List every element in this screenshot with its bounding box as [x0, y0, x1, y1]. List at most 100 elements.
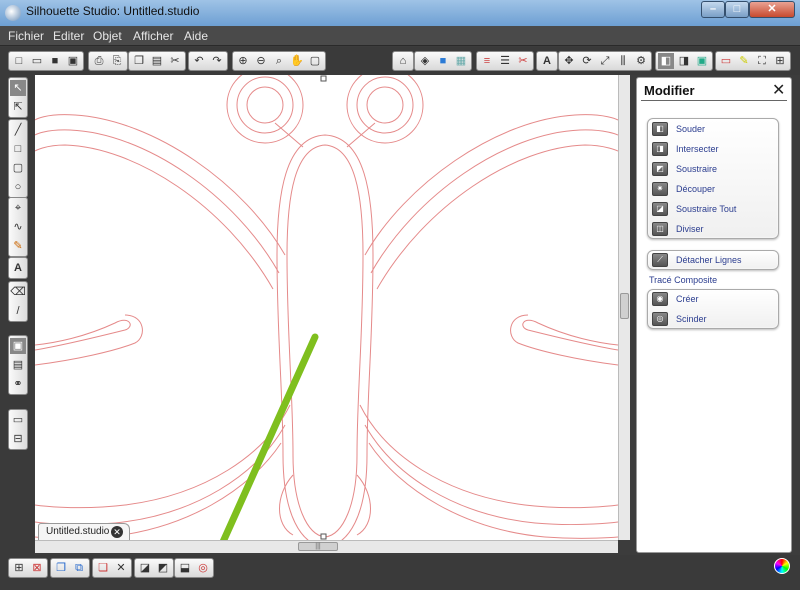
open-icon[interactable]: ▭: [29, 53, 45, 69]
select-icon[interactable]: ↖: [10, 80, 26, 96]
page-view-icon[interactable]: ▣: [10, 338, 26, 354]
send-back-icon[interactable]: ◩: [155, 560, 171, 576]
soustraire-tout-label: Soustraire Tout: [676, 204, 737, 214]
panel-close-icon[interactable]: ✕: [772, 80, 785, 100]
replicate-icon[interactable]: ⚙: [633, 53, 649, 69]
line-width-icon[interactable]: ☰: [497, 53, 513, 69]
zoom-in-icon[interactable]: ⊕: [235, 53, 251, 69]
minimize-button[interactable]: –: [701, 1, 725, 18]
soustraire-tout-button[interactable]: ◪ Soustraire Tout: [652, 200, 736, 218]
decouper-label: Découper: [676, 184, 716, 194]
knife-icon[interactable]: ✂: [515, 53, 531, 69]
menu-objet[interactable]: Objet: [93, 29, 122, 43]
menu-aide[interactable]: Aide: [184, 29, 208, 43]
vertical-scroll-thumb[interactable]: [620, 293, 629, 319]
eraser-icon[interactable]: ⌫: [10, 284, 26, 300]
new-icon[interactable]: □: [11, 53, 27, 69]
print-icon[interactable]: ⎙: [91, 53, 107, 69]
modify-icon[interactable]: ◧: [658, 53, 674, 69]
scinder-label: Scinder: [676, 314, 707, 324]
menu-editer[interactable]: Editer: [53, 29, 84, 43]
page-setup-icon[interactable]: ▭: [718, 53, 734, 69]
clipboard-tools: ❐ ▤ ✂: [128, 51, 186, 71]
menu-bar: Fichier Editer Objet Afficher Aide: [0, 26, 800, 46]
fullscreen-icon[interactable]: ⛶: [754, 53, 770, 69]
detacher-lignes-button[interactable]: ⟋ Détacher Lignes: [652, 251, 742, 269]
document-tab-close-icon[interactable]: ✕: [111, 526, 123, 538]
creer-button[interactable]: ◉ Créer: [652, 290, 699, 308]
zoom-area-icon[interactable]: ⌕: [271, 53, 287, 69]
document-tab[interactable]: Untitled.studio ✕: [38, 523, 130, 540]
polygon-icon[interactable]: ⌖: [10, 200, 26, 216]
intersecter-button[interactable]: ◨ Intersecter: [652, 140, 719, 158]
decouper-button[interactable]: ✷ Découper: [652, 180, 715, 198]
duplicate-icon[interactable]: ❏: [95, 560, 111, 576]
soustraire-button[interactable]: ◩ Soustraire: [652, 160, 717, 178]
line-style-icon[interactable]: ≡: [479, 53, 495, 69]
ellipse-icon[interactable]: ○: [10, 179, 26, 195]
diviser-button[interactable]: ◫ Diviser: [652, 220, 704, 238]
redo-icon[interactable]: ↷: [209, 53, 225, 69]
deselect-icon[interactable]: ⊠: [29, 560, 45, 576]
library-icon[interactable]: ▤: [10, 357, 26, 373]
text-icon[interactable]: A: [539, 53, 555, 69]
offset-icon[interactable]: ◨: [676, 53, 692, 69]
rounded-rect-icon[interactable]: ▢: [10, 160, 26, 176]
rectangle-icon[interactable]: □: [10, 141, 26, 157]
align-icon[interactable]: ⫼: [615, 53, 631, 69]
pan-icon[interactable]: ✋: [289, 53, 305, 69]
group-icon[interactable]: ❐: [53, 560, 69, 576]
modify-group: ◧ Souder ◨ Intersecter ◩ Soustraire ✷ Dé…: [647, 118, 779, 239]
move-icon[interactable]: ✥: [561, 53, 577, 69]
scale-icon[interactable]: ⤢: [597, 53, 613, 69]
detacher-lignes-label: Détacher Lignes: [676, 255, 742, 265]
left-toolbar: ↖ ⇱ ╱ □ ▢ ○ ⌖ ∿ ✎ A ⌫ / ▣ ▤ ⚭ ▭ ⊟: [0, 75, 34, 555]
pencil-icon[interactable]: ✎: [736, 53, 752, 69]
save-icon[interactable]: ■: [47, 53, 63, 69]
bottom-toolbar: ⊞ ⊠ ❐ ⧉ ❏ ✕ ◪ ◩ ⬓ ◎: [0, 555, 800, 590]
curve-icon[interactable]: ∿: [10, 219, 26, 235]
lock-icon[interactable]: ⌂: [395, 53, 411, 69]
maximize-button[interactable]: □: [725, 1, 749, 18]
offset-target-icon[interactable]: ◎: [195, 560, 211, 576]
scinder-button[interactable]: ◎ Scinder: [652, 310, 707, 328]
fit-page-icon[interactable]: ▢: [307, 53, 323, 69]
store-icon[interactable]: ⚭: [10, 376, 26, 392]
zoom-out-icon[interactable]: ⊖: [253, 53, 269, 69]
select-all-icon[interactable]: ⊞: [11, 560, 27, 576]
grid-icon[interactable]: ⊞: [772, 53, 788, 69]
close-window-button[interactable]: ✕: [749, 1, 795, 18]
text-tool-icon[interactable]: A: [10, 260, 26, 276]
menu-afficher[interactable]: Afficher: [133, 29, 173, 43]
freehand-icon[interactable]: ✎: [10, 238, 26, 254]
horizontal-scroll-thumb[interactable]: |||: [298, 542, 338, 551]
weld-icon[interactable]: ⬓: [177, 560, 193, 576]
line-icon[interactable]: ╱: [10, 122, 26, 138]
pattern-icon[interactable]: ▦: [453, 53, 469, 69]
delete-icon[interactable]: ✕: [113, 560, 129, 576]
horizontal-scrollbar[interactable]: |||: [35, 540, 618, 553]
copy-icon[interactable]: ❐: [131, 53, 147, 69]
save-as-icon[interactable]: ▣: [65, 53, 81, 69]
color-wheel-icon[interactable]: [774, 558, 790, 574]
panel-toggle-a-icon[interactable]: ▭: [10, 412, 26, 428]
menu-fichier[interactable]: Fichier: [8, 29, 44, 43]
cut-icon[interactable]: ✂: [167, 53, 183, 69]
detach-lines-icon: ⟋: [652, 253, 668, 267]
knife-tool-icon[interactable]: /: [10, 303, 26, 319]
fill-icon[interactable]: ◈: [417, 53, 433, 69]
ungroup-icon[interactable]: ⧉: [71, 560, 87, 576]
print-preview-icon[interactable]: ⎘: [109, 53, 125, 69]
bring-front-icon[interactable]: ◪: [137, 560, 153, 576]
undo-icon[interactable]: ↶: [191, 53, 207, 69]
rotate-icon[interactable]: ⟳: [579, 53, 595, 69]
paste-icon[interactable]: ▤: [149, 53, 165, 69]
vertical-scrollbar[interactable]: [618, 75, 630, 540]
trace-icon[interactable]: ▣: [694, 53, 710, 69]
panel-toggle-b-icon[interactable]: ⊟: [10, 431, 26, 447]
panel-title: Modifier: [644, 83, 695, 98]
souder-button[interactable]: ◧ Souder: [652, 120, 705, 138]
point-edit-icon[interactable]: ⇱: [10, 99, 26, 115]
line-color-icon[interactable]: ■: [435, 53, 451, 69]
design-canvas[interactable]: [35, 75, 618, 540]
